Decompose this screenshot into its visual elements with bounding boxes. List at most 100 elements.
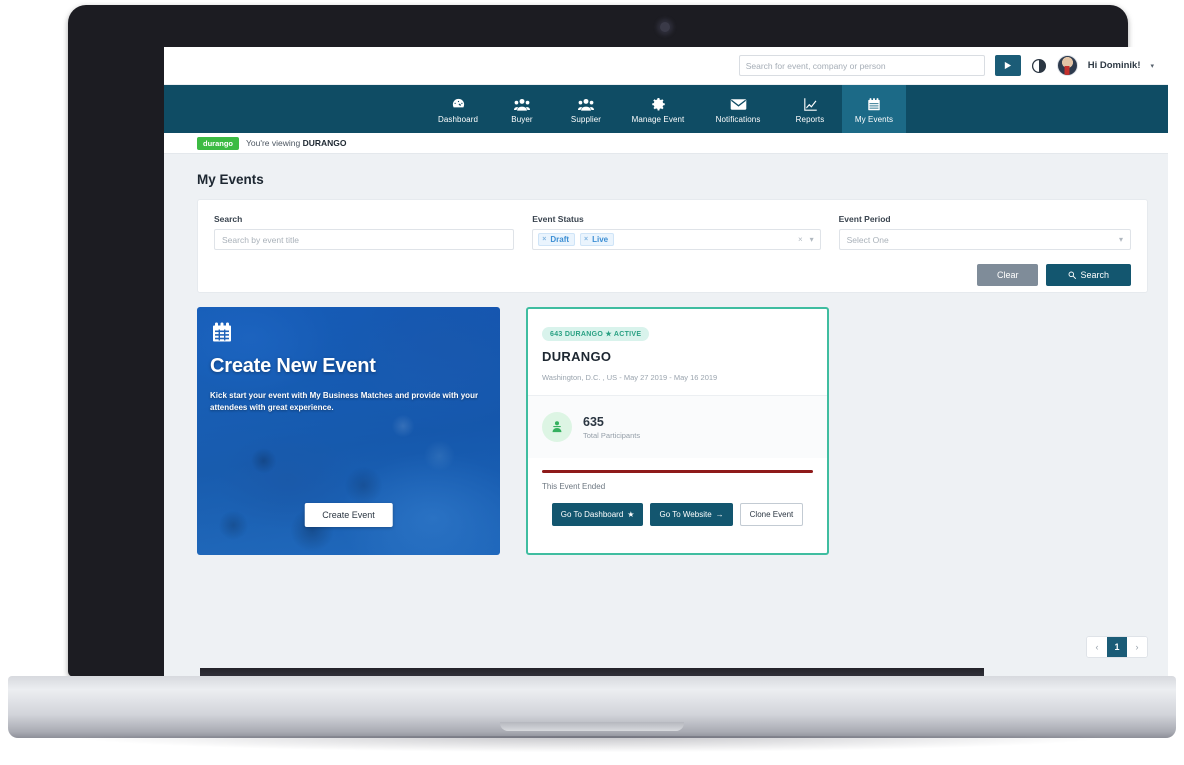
filter-status-group: Event Status × Draft × Live × ▾ xyxy=(532,214,821,250)
search-input[interactable] xyxy=(214,229,515,250)
event-card-header: 643 DURANGO ★ ACTIVE DURANGO Washington,… xyxy=(528,309,827,395)
status-badge: 643 DURANGO ★ ACTIVE xyxy=(542,327,650,341)
status-tag-live[interactable]: × Live xyxy=(580,233,615,246)
search-button[interactable]: Search xyxy=(1046,264,1131,286)
laptop-lid: Hi Dominik! ▾ Dashboard Buyer xyxy=(68,5,1168,678)
event-stats: 635 Total Participants xyxy=(528,395,827,458)
filter-search-group: Search xyxy=(214,214,515,250)
nav-item-buyer[interactable]: Buyer xyxy=(490,85,554,133)
go-to-website-button[interactable]: Go To Website → xyxy=(650,503,733,526)
search-button-label: Search xyxy=(1080,270,1109,280)
create-event-description: Kick start your event with My Business M… xyxy=(210,391,479,412)
pagination-prev[interactable]: ‹ xyxy=(1087,637,1107,657)
laptop-base-lip xyxy=(500,722,684,731)
go-to-website-label: Go To Website xyxy=(659,510,712,519)
multiselect-tools: × ▾ xyxy=(798,235,814,244)
participants-label: Total Participants xyxy=(583,430,641,440)
event-name: DURANGO xyxy=(542,349,612,364)
org-chip: durango xyxy=(197,136,239,150)
nav-label: Manage Event xyxy=(631,115,685,124)
clear-all-icon[interactable]: × xyxy=(798,235,803,244)
main-navigation: Dashboard Buyer Supplier Manage Event No… xyxy=(164,85,1168,133)
event-meta: Washington, D.C. , US - May 27 2019 - Ma… xyxy=(542,373,718,382)
clone-event-button[interactable]: Clone Event xyxy=(739,503,804,526)
event-cards-row: Create New Event Kick start your event w… xyxy=(164,293,1168,555)
calendar-icon xyxy=(211,321,233,349)
event-status-text: This Event Ended xyxy=(542,482,606,491)
participants-count: 635 xyxy=(583,414,604,429)
chevron-down-icon[interactable]: ▾ xyxy=(810,235,814,244)
filter-panel: Search Event Status × Draft xyxy=(197,199,1148,293)
create-event-button[interactable]: Create Event xyxy=(304,503,393,527)
dashboard-gauge-icon xyxy=(451,97,466,112)
nav-item-manage-event[interactable]: Manage Event xyxy=(618,85,698,133)
nav-label: Reports xyxy=(795,115,825,124)
laptop-mockup: Hi Dominik! ▾ Dashboard Buyer xyxy=(0,0,1184,765)
pagination: ‹ 1 › xyxy=(1086,636,1148,658)
play-button[interactable] xyxy=(994,55,1021,76)
nav-item-dashboard[interactable]: Dashboard xyxy=(426,85,490,133)
user-greeting[interactable]: Hi Dominik! xyxy=(1088,60,1141,71)
chevron-down-icon: ▾ xyxy=(1118,235,1123,244)
nav-label: My Events xyxy=(854,115,894,124)
arrow-right-icon: → xyxy=(715,510,724,519)
event-status-multiselect[interactable]: × Draft × Live × ▾ xyxy=(532,229,821,250)
pagination-next[interactable]: › xyxy=(1127,637,1147,657)
search-icon xyxy=(1069,271,1077,279)
filter-row: Search Event Status × Draft xyxy=(214,214,1131,250)
status-tag-draft[interactable]: × Draft xyxy=(538,233,576,246)
pagination-page-1[interactable]: 1 xyxy=(1107,637,1127,657)
go-to-dashboard-label: Go To Dashboard xyxy=(560,510,624,519)
event-period-select[interactable]: Select One ▾ xyxy=(838,229,1131,250)
screen-viewport: Hi Dominik! ▾ Dashboard Buyer xyxy=(164,47,1168,678)
create-new-event-card[interactable]: Create New Event Kick start your event w… xyxy=(197,307,500,555)
go-to-dashboard-button[interactable]: Go To Dashboard ★ xyxy=(551,503,644,526)
laptop-shadow xyxy=(80,736,1104,752)
viewing-org-name: DURANGO xyxy=(302,138,347,148)
page-title: My Events xyxy=(197,172,264,187)
global-search-input[interactable] xyxy=(738,55,985,76)
event-progress-section: This Event Ended xyxy=(528,458,827,491)
nav-label: Supplier xyxy=(570,115,602,124)
webcam-icon xyxy=(660,22,670,32)
nav-item-reports[interactable]: Reports xyxy=(778,85,842,133)
event-period-value: Select One xyxy=(846,234,889,245)
page-body: My Events Search Event Status × xyxy=(164,154,1168,678)
nav-item-supplier[interactable]: Supplier xyxy=(554,85,618,133)
status-tag-label: Live xyxy=(592,235,609,244)
event-card-durango: 643 DURANGO ★ ACTIVE DURANGO Washington,… xyxy=(526,307,829,555)
chart-line-icon xyxy=(803,97,818,112)
viewing-text: You're viewing DURANGO xyxy=(246,138,347,148)
remove-tag-icon[interactable]: × xyxy=(542,236,546,243)
viewing-prefix: You're viewing xyxy=(246,138,303,148)
nav-label: Buyer xyxy=(511,115,533,124)
nav-label: Dashboard xyxy=(437,115,479,124)
search-label: Search xyxy=(214,214,243,224)
participants-text-group: 635 Total Participants xyxy=(583,415,640,440)
filter-actions: Clear Search xyxy=(214,264,1131,286)
avatar[interactable] xyxy=(1056,55,1078,76)
nav-item-notifications[interactable]: Notifications xyxy=(698,85,778,133)
play-icon xyxy=(1005,61,1012,70)
star-icon: ★ xyxy=(627,510,635,519)
progress-bar xyxy=(542,470,813,473)
nav-item-my-events[interactable]: My Events xyxy=(842,85,906,133)
nav-label: Notifications xyxy=(715,115,761,124)
participants-icon xyxy=(542,412,572,442)
status-tag-label: Draft xyxy=(550,235,570,244)
create-event-title: Create New Event xyxy=(210,355,376,377)
buyer-people-icon xyxy=(514,97,530,112)
gear-icon xyxy=(651,97,666,112)
chevron-down-icon[interactable]: ▾ xyxy=(1150,62,1154,70)
supplier-people-icon xyxy=(578,97,594,112)
clear-button[interactable]: Clear xyxy=(976,264,1039,286)
filter-period-group: Event Period Select One ▾ xyxy=(838,214,1131,250)
remove-tag-icon[interactable]: × xyxy=(584,236,588,243)
viewing-context-bar: durango You're viewing DURANGO xyxy=(164,133,1168,154)
top-bar: Hi Dominik! ▾ xyxy=(164,47,1168,85)
event-card-actions: Go To Dashboard ★ Go To Website → Clone … xyxy=(528,491,827,526)
event-period-label: Event Period xyxy=(838,214,891,224)
event-status-label: Event Status xyxy=(532,214,584,224)
contrast-toggle-icon[interactable] xyxy=(1031,58,1047,74)
envelope-icon xyxy=(730,97,747,112)
